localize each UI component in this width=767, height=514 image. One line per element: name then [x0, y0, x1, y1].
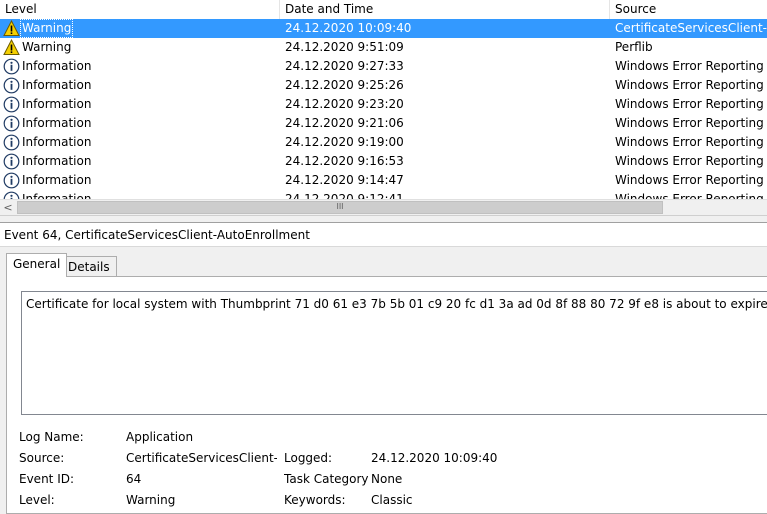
list-header: Level Date and Time Source [0, 0, 767, 20]
label-event-id: Event ID: [19, 472, 75, 486]
scroll-left-arrow[interactable]: < [0, 200, 16, 215]
value-keywords: Classic [371, 493, 413, 507]
information-icon [3, 153, 20, 170]
event-row-level: Information [0, 76, 278, 95]
event-level-text: Warning [20, 19, 74, 38]
scrollbar-thumb[interactable]: III [17, 201, 663, 214]
event-row-level: Information [0, 171, 278, 190]
value-logged: 24.12.2020 10:09:40 [371, 451, 498, 465]
event-row[interactable]: Information 24.12.2020 9:12:41 Windows Err… [0, 190, 767, 199]
event-row[interactable]: Information 24.12.2020 9:23:20 Windows Err… [0, 95, 767, 114]
event-rows: Warning 24.12.2020 10:09:40 CertificateSer… [0, 19, 767, 199]
event-row-level: Information [0, 114, 278, 133]
warning-icon [3, 19, 20, 37]
event-row-date: 24.12.2020 9:21:06 [285, 116, 404, 130]
event-row-date: 24.12.2020 9:14:47 [285, 173, 404, 187]
event-row-source: CertificateServicesClient-AutoEnrollment [615, 21, 767, 35]
event-row-source: Windows Error Reporting [615, 97, 764, 111]
event-level-text: Information [22, 135, 92, 149]
label-source: Source: [19, 451, 65, 465]
event-row-source: Windows Error Reporting [615, 59, 764, 73]
event-level-text: Information [22, 173, 92, 187]
event-row[interactable]: Information 24.12.2020 9:25:26 Windows Err… [0, 76, 767, 95]
event-level-text: Information [22, 192, 92, 199]
event-row[interactable]: Information 24.12.2020 9:14:47 Windows Err… [0, 171, 767, 190]
warning-icon [3, 38, 20, 56]
event-level-text: Information [22, 59, 92, 73]
label-logged: Logged: [284, 451, 333, 465]
event-detail-title: Event 64, CertificateServicesClient-Auto… [0, 223, 767, 247]
label-log-name: Log Name: [19, 430, 84, 444]
event-level-text: Information [22, 78, 92, 92]
event-level-text: Warning [22, 40, 72, 54]
column-header-source[interactable]: Source [610, 0, 767, 19]
information-icon [3, 58, 20, 75]
information-icon [3, 115, 20, 132]
event-row-date: 24.12.2020 10:09:40 [285, 21, 412, 35]
value-event-id: 64 [126, 472, 142, 486]
column-header-date-and-time[interactable]: Date and Time [280, 0, 610, 19]
event-row-date: 24.12.2020 9:19:00 [285, 135, 404, 149]
value-log-name: Application [126, 430, 194, 444]
event-description[interactable]: Certificate for local system with Thumbp… [21, 291, 767, 415]
event-row-date: 24.12.2020 9:27:33 [285, 59, 404, 73]
tab-general[interactable]: General [6, 253, 68, 277]
horizontal-scrollbar[interactable]: < III [0, 199, 767, 215]
event-row[interactable]: Warning 24.12.2020 10:09:40 CertificateSer… [0, 19, 767, 38]
event-row-level: Warning [0, 38, 278, 57]
general-tab-panel: Certificate for local system with Thumbp… [6, 276, 767, 514]
event-row[interactable]: Information 24.12.2020 9:16:53 Windows Err… [0, 152, 767, 171]
event-row-level: Information [0, 190, 278, 199]
event-row-source: Windows Error Reporting [615, 78, 764, 92]
event-row-date: 24.12.2020 9:12:41 [285, 192, 404, 199]
event-row-date: 24.12.2020 9:51:09 [285, 40, 404, 54]
event-list: Level Date and Time Source Warning 24.12.… [0, 0, 767, 215]
event-row-level: Information [0, 95, 278, 114]
information-icon [3, 134, 20, 151]
event-row[interactable]: Information 24.12.2020 9:19:00 Windows Err… [0, 133, 767, 152]
scrollbar-grip: III [336, 202, 344, 211]
event-row-date: 24.12.2020 9:23:20 [285, 97, 404, 111]
event-row[interactable]: Information 24.12.2020 9:27:33 Windows Err… [0, 57, 767, 76]
event-row-level: Warning [0, 19, 278, 38]
event-row-source: Windows Error Reporting [615, 154, 764, 168]
information-icon [3, 172, 20, 189]
pane-splitter[interactable] [0, 215, 767, 223]
label-keywords: Keywords: [284, 493, 346, 507]
event-row-source: Windows Error Reporting [615, 192, 764, 199]
information-icon [3, 77, 20, 94]
event-row-source: Perflib [615, 40, 653, 54]
event-row-level: Information [0, 57, 278, 76]
event-detail-pane: Event 64, CertificateServicesClient-Auto… [0, 223, 767, 514]
information-icon [3, 191, 20, 199]
label-level: Level: [19, 493, 55, 507]
event-level-text: Information [22, 97, 92, 111]
event-row-source: Windows Error Reporting [615, 173, 764, 187]
event-level-text: Information [22, 116, 92, 130]
column-header-level[interactable]: Level [0, 0, 280, 19]
value-task-category: None [371, 472, 403, 486]
label-task-category: Task Category: [284, 472, 369, 486]
event-row[interactable]: Information 24.12.2020 9:21:06 Windows Err… [0, 114, 767, 133]
event-level-text: Information [22, 154, 92, 168]
event-row[interactable]: Warning 24.12.2020 9:51:09 Perflib [0, 38, 767, 57]
tab-details[interactable]: Details [61, 256, 117, 277]
event-row-level: Information [0, 133, 278, 152]
event-row-level: Information [0, 152, 278, 171]
information-icon [3, 96, 20, 113]
event-row-source: Windows Error Reporting [615, 116, 764, 130]
value-level: Warning [126, 493, 176, 507]
event-row-date: 24.12.2020 9:16:53 [285, 154, 404, 168]
event-row-source: Windows Error Reporting [615, 135, 764, 149]
value-source: CertificateServicesClient-AutoEnrollment [126, 451, 277, 465]
event-row-date: 24.12.2020 9:25:26 [285, 78, 404, 92]
